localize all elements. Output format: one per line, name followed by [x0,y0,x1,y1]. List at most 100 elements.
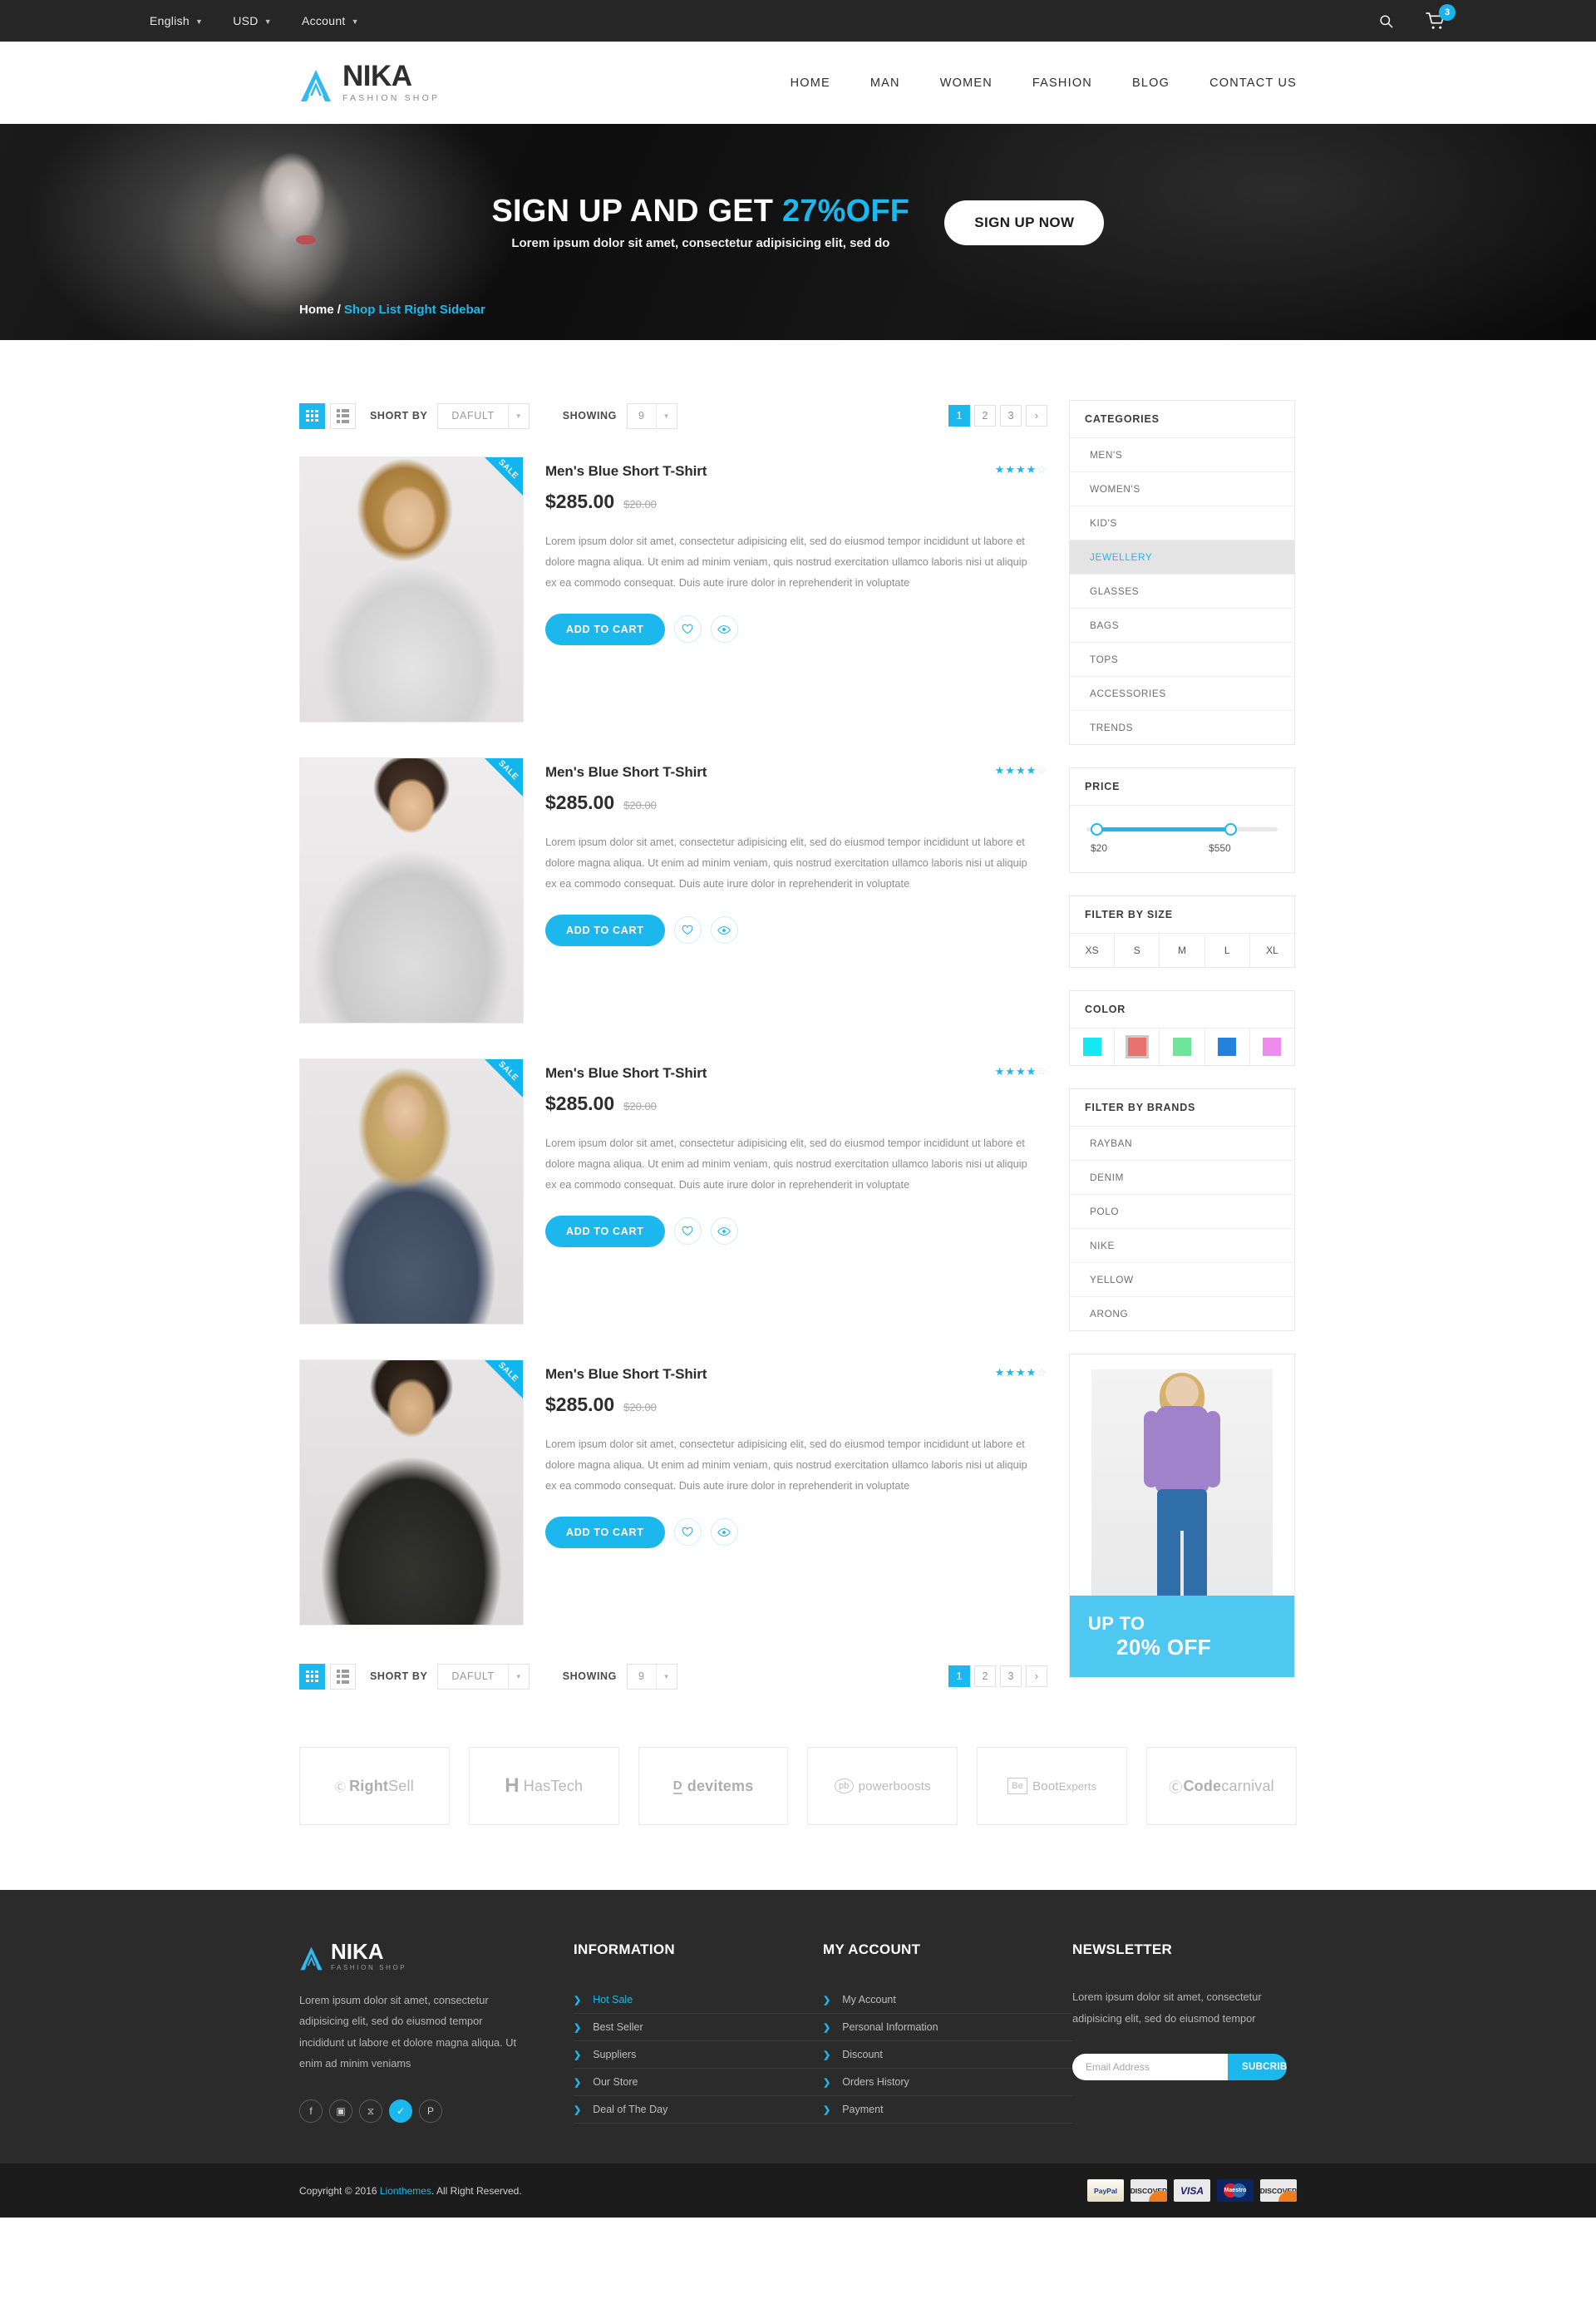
category-item-kids[interactable]: KID'S [1070,506,1294,540]
quick-view-button[interactable] [710,615,738,644]
page-button-2[interactable]: 2 [974,1665,996,1687]
footer-link-suppliers[interactable]: ❯ Suppliers [574,2041,823,2069]
list-view-button[interactable] [330,1663,356,1690]
color-option-red[interactable] [1115,1029,1160,1065]
quick-view-button[interactable] [710,1217,738,1246]
product-thumbnail[interactable]: SALE [299,456,524,723]
page-button-1[interactable]: 1 [948,405,970,427]
page-button-1[interactable]: 1 [948,1665,970,1687]
price-max-handle[interactable] [1224,823,1237,836]
site-logo[interactable]: NIKA FASHION SHOP [299,62,440,103]
quick-view-button[interactable] [710,1518,738,1547]
product-title[interactable]: Men's Blue Short T-Shirt [545,1366,707,1383]
color-option-pink[interactable] [1250,1029,1294,1065]
nav-item-contact-us[interactable]: CONTACT US [1209,76,1297,90]
nav-item-home[interactable]: HOME [791,76,830,90]
nav-item-man[interactable]: MAN [870,76,900,90]
brand-item-rayban[interactable]: RAYBAN [1070,1127,1294,1161]
sort-by-select[interactable]: DAFULT ▼ [437,402,530,429]
size-option-xl[interactable]: XL [1250,934,1294,967]
size-option-xs[interactable]: XS [1070,934,1116,967]
currency-selector[interactable]: USD ▼ [233,14,272,27]
category-item-bags[interactable]: BAGS [1070,609,1294,643]
page-button-3[interactable]: 3 [1000,1665,1022,1687]
footer-link-best-seller[interactable]: ❯ Best Seller [574,2014,823,2041]
category-item-jewellery[interactable]: JEWELLERY [1070,540,1294,575]
brand-item-denim[interactable]: DENIM [1070,1161,1294,1195]
size-option-m[interactable]: M [1160,934,1205,967]
account-menu[interactable]: Account ▼ [302,14,359,27]
category-item-mens[interactable]: MEN'S [1070,438,1294,472]
sign-up-now-button[interactable]: SIGN UP NOW [944,200,1105,245]
nav-item-fashion[interactable]: FASHION [1032,76,1092,90]
partner-logo-rightsell[interactable]: Ⓒ Right Sell [299,1747,450,1825]
partner-logo-bootexperts[interactable]: Be Boot Experts [977,1747,1128,1825]
cart-button[interactable]: 3 [1426,3,1456,31]
showing-select[interactable]: 9 ▼ [627,1663,677,1690]
price-min-handle[interactable] [1090,823,1103,836]
nav-item-blog[interactable]: BLOG [1132,76,1170,90]
twitter-icon[interactable]: ✓ [389,2099,412,2124]
page-next-button[interactable]: › [1026,1665,1047,1687]
rss-icon[interactable]: ⧖ [359,2099,382,2124]
quick-view-button[interactable] [710,916,738,945]
footer-link-my-account[interactable]: ❯ My Account [823,1986,1072,2014]
partner-logo-devitems[interactable]: D dev items [638,1747,789,1825]
copyright-link[interactable]: Lionthemes [380,2185,431,2197]
size-option-l[interactable]: L [1205,934,1250,967]
category-item-trends[interactable]: TRENDS [1070,711,1294,744]
price-range-slider[interactable] [1086,823,1278,836]
brand-item-polo[interactable]: POLO [1070,1195,1294,1229]
facebook-icon[interactable]: f [299,2099,323,2124]
wishlist-button[interactable] [673,1217,702,1246]
footer-link-discount[interactable]: ❯ Discount [823,2041,1072,2069]
category-item-tops[interactable]: TOPS [1070,643,1294,677]
partner-logo-powerboosts[interactable]: pb power boosts [807,1747,958,1825]
category-item-accessories[interactable]: ACCESSORIES [1070,677,1294,711]
footer-link-our-store[interactable]: ❯ Our Store [574,2069,823,2096]
sidebar-promo-banner[interactable]: UP TO 20% OFF [1069,1354,1295,1678]
add-to-cart-button[interactable]: ADD TO CART [545,1215,665,1247]
grid-view-button[interactable] [299,402,325,429]
brand-item-nike[interactable]: NIKE [1070,1229,1294,1263]
footer-link-payment[interactable]: ❯ Payment [823,2096,1072,2124]
add-to-cart-button[interactable]: ADD TO CART [545,613,665,645]
footer-link-hot-sale[interactable]: ❯ Hot Sale [574,1986,823,2014]
wishlist-button[interactable] [673,1518,702,1547]
partner-logo-codecarnival[interactable]: Ⓒ Code carnival [1146,1747,1297,1825]
page-button-3[interactable]: 3 [1000,405,1022,427]
instagram-icon[interactable]: ▣ [329,2099,352,2124]
search-button[interactable] [1378,13,1394,29]
product-title[interactable]: Men's Blue Short T-Shirt [545,1065,707,1082]
add-to-cart-button[interactable]: ADD TO CART [545,914,665,946]
category-item-womens[interactable]: WOMEN'S [1070,472,1294,506]
pinterest-icon[interactable]: P [419,2099,442,2124]
product-thumbnail[interactable]: SALE [299,1359,524,1626]
subscribe-button[interactable]: SUBCRIBES [1228,2054,1287,2081]
page-next-button[interactable]: › [1026,405,1047,427]
brand-item-arong[interactable]: ARONG [1070,1297,1294,1330]
nav-item-women[interactable]: WOMEN [940,76,993,90]
page-button-2[interactable]: 2 [974,405,996,427]
grid-view-button[interactable] [299,1663,325,1690]
sort-by-select[interactable]: DAFULT ▼ [437,1663,530,1690]
color-option-blue[interactable] [1205,1029,1250,1065]
size-option-s[interactable]: S [1115,934,1160,967]
wishlist-button[interactable] [673,916,702,945]
footer-link-orders-history[interactable]: ❯ Orders History [823,2069,1072,2096]
add-to-cart-button[interactable]: ADD TO CART [545,1516,665,1548]
list-view-button[interactable] [330,402,356,429]
email-input[interactable] [1072,2054,1228,2081]
partner-logo-hastech[interactable]: H Has Tech [468,1747,619,1825]
footer-link-personal-information[interactable]: ❯ Personal Information [823,2014,1072,2041]
brand-item-yellow[interactable]: YELLOW [1070,1263,1294,1297]
color-option-cyan[interactable] [1070,1029,1116,1065]
color-option-green[interactable] [1160,1029,1205,1065]
product-title[interactable]: Men's Blue Short T-Shirt [545,764,707,781]
breadcrumb-home-link[interactable]: Home [299,303,334,317]
wishlist-button[interactable] [673,615,702,644]
product-thumbnail[interactable]: SALE [299,757,524,1024]
footer-link-deal-of-the-day[interactable]: ❯ Deal of The Day [574,2096,823,2124]
category-item-glasses[interactable]: GLASSES [1070,575,1294,609]
product-title[interactable]: Men's Blue Short T-Shirt [545,463,707,480]
